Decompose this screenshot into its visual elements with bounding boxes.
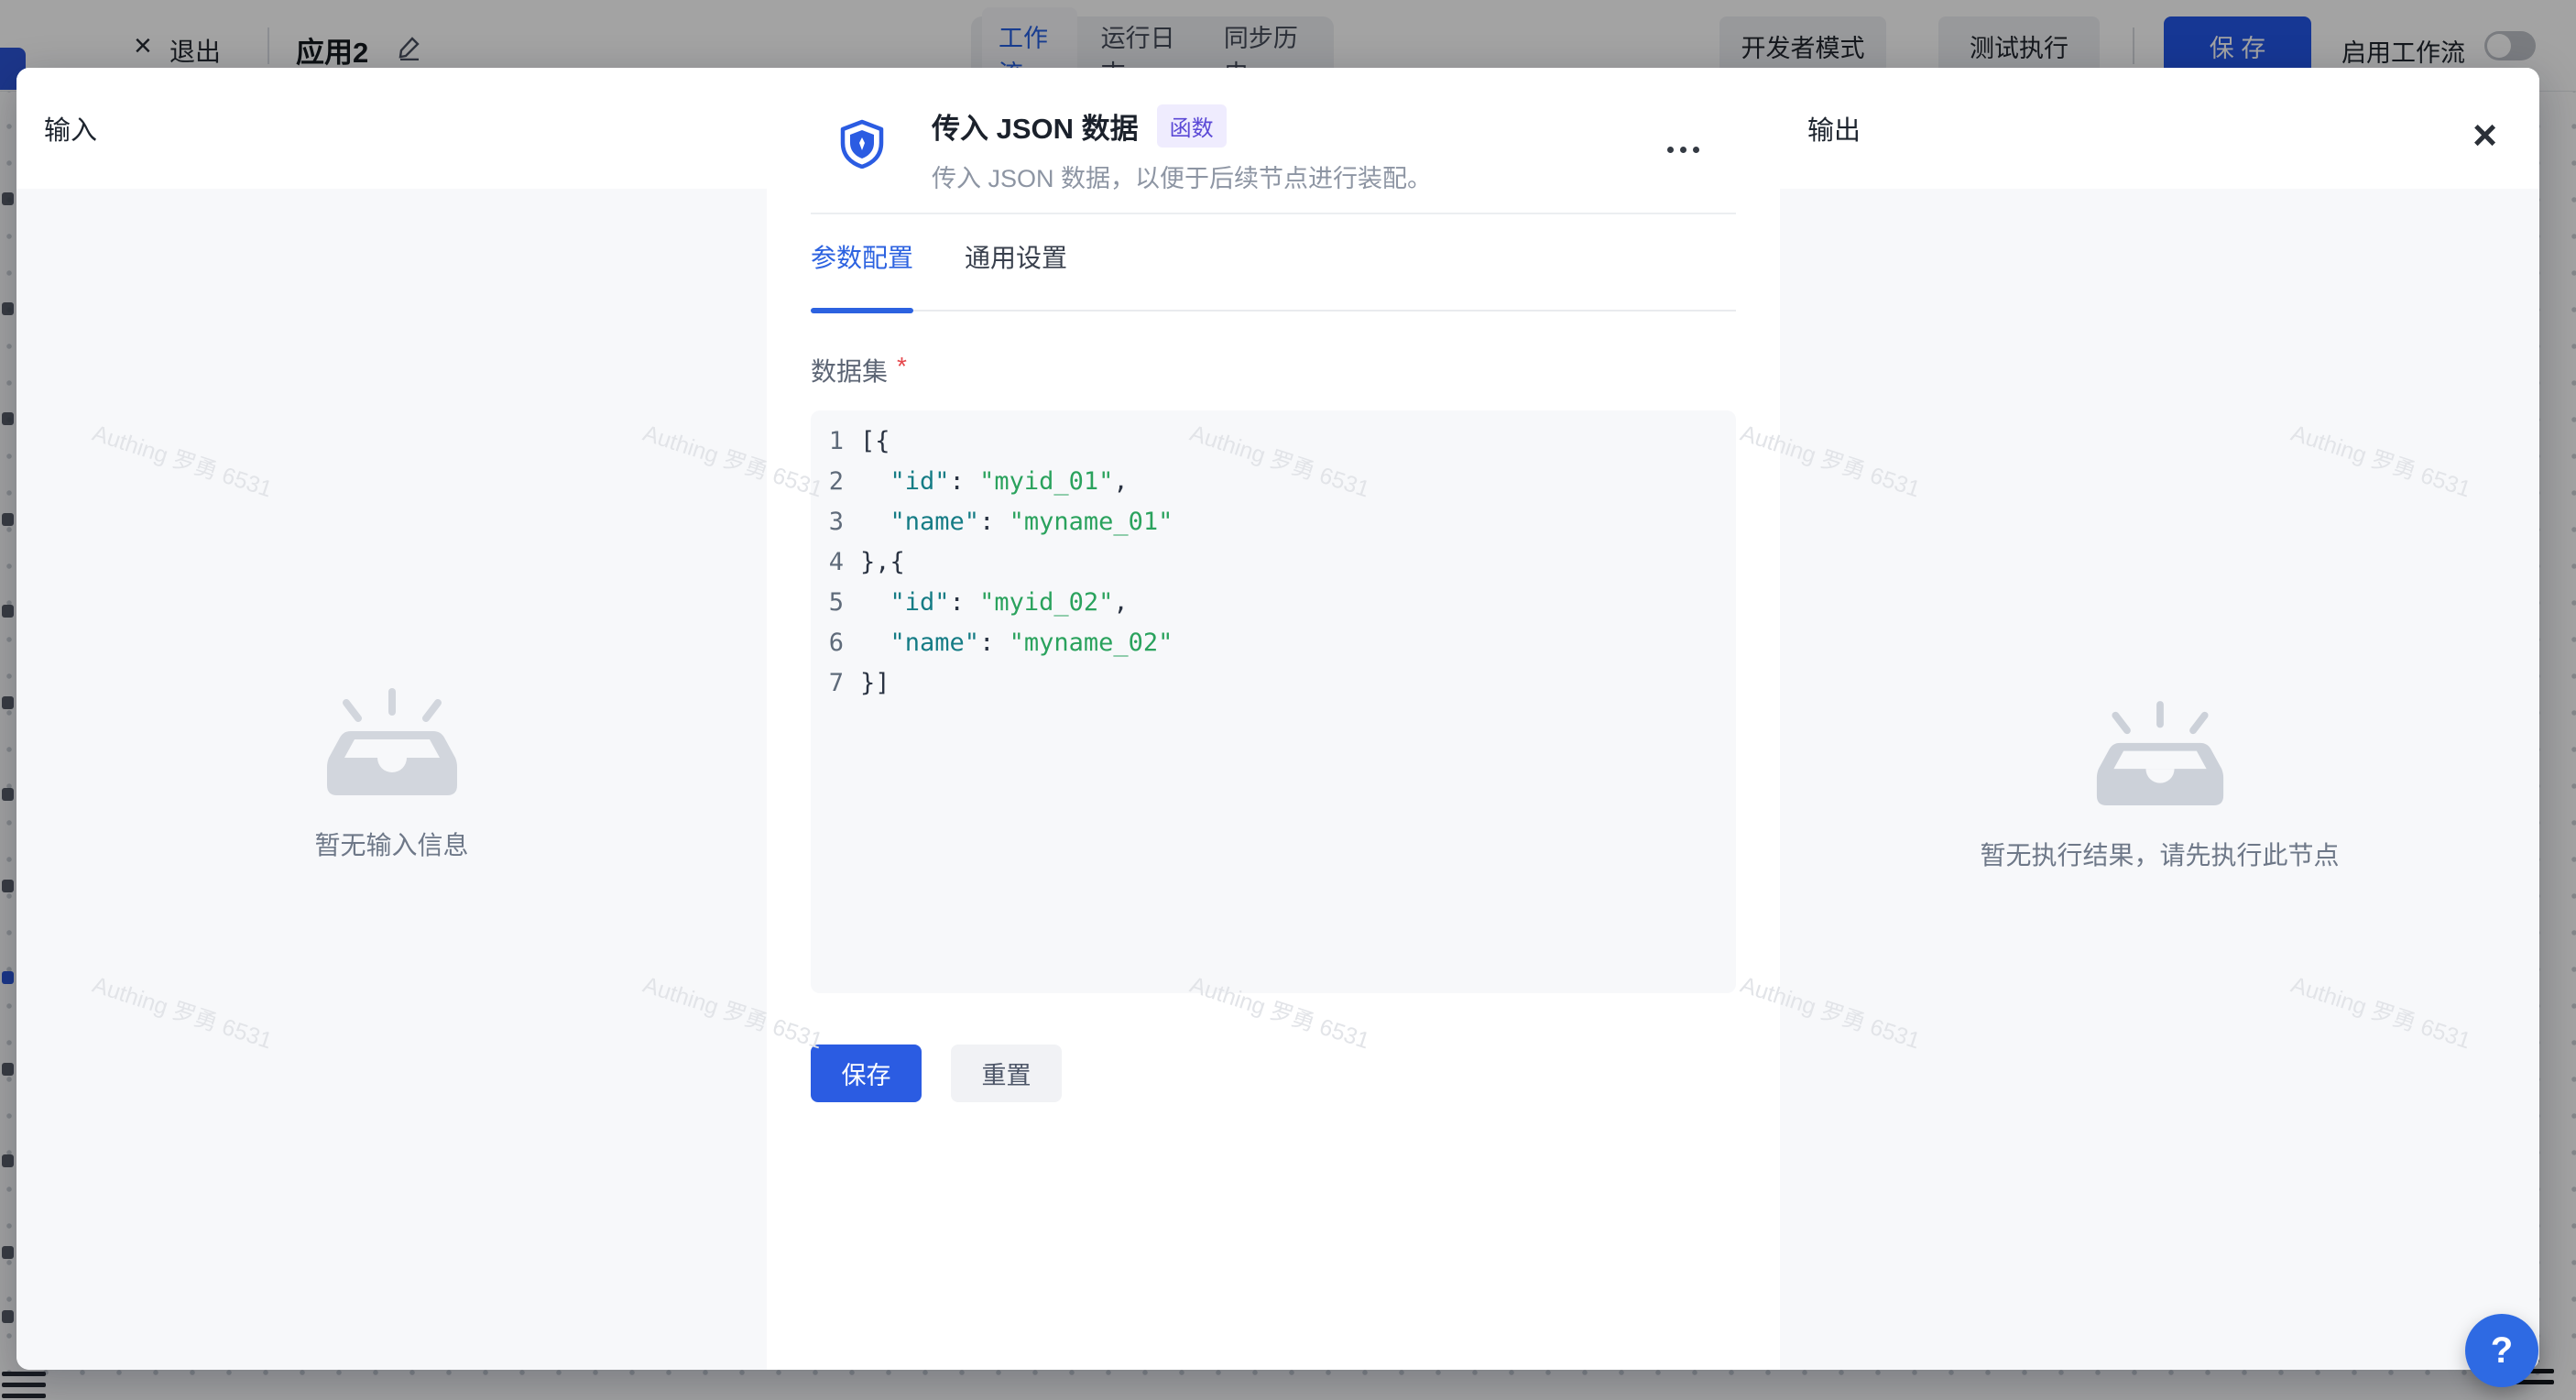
line-number: 6 xyxy=(811,623,844,663)
save-button[interactable]: 保存 xyxy=(811,1045,922,1102)
action-buttons: 保存 重置 xyxy=(811,1045,1736,1102)
output-panel-body: 暂无执行结果，请先执行此节点 xyxy=(1780,189,2539,1370)
node-description: 传入 JSON 数据，以便于后续节点进行装配。 xyxy=(932,159,1736,194)
line-number: 3 xyxy=(811,502,844,542)
output-panel: 输出 暂无执行结果，请先执行此节点 xyxy=(1780,68,2539,1370)
input-panel-header: 输入 xyxy=(16,68,767,189)
screen: × 退出 应用2 工作流 运行日志 同步历史 开发者模式 测试执行 保 存 启用… xyxy=(0,0,2576,1400)
input-panel-body: 暂无输入信息 xyxy=(16,189,767,1370)
close-icon[interactable]: × xyxy=(2472,114,2497,156)
required-asterisk: * xyxy=(897,352,907,381)
json-code-editor[interactable]: 1[{2 "id": "myid_01",3 "name": "myname_0… xyxy=(811,410,1736,993)
code-line: 1[{ xyxy=(811,421,1736,462)
config-tabs: 参数配置 通用设置 xyxy=(811,214,1736,312)
input-empty-text: 暂无输入信息 xyxy=(314,826,468,862)
node-type-badge: 函数 xyxy=(1157,104,1227,148)
line-number: 1 xyxy=(811,421,844,462)
empty-inbox-icon xyxy=(323,687,461,802)
line-number: 4 xyxy=(811,542,844,583)
input-empty-state: 暂无输入信息 xyxy=(16,687,767,862)
input-panel-title: 输入 xyxy=(44,109,97,148)
help-button[interactable]: ? xyxy=(2465,1314,2538,1387)
output-empty-state: 暂无执行结果，请先执行此节点 xyxy=(1780,700,2539,872)
dataset-label: 数据集 xyxy=(811,352,888,388)
node-header: 传入 JSON 数据 函数 传入 JSON 数据，以便于后续节点进行装配。 xyxy=(811,68,1736,214)
reset-button[interactable]: 重置 xyxy=(951,1045,1062,1102)
tab-general-settings[interactable]: 通用设置 xyxy=(965,238,1067,310)
dataset-field-label-row: 数据集 * xyxy=(811,352,1736,388)
empty-inbox-icon xyxy=(2093,700,2227,812)
node-config-modal: 输入 暂无输入信息 xyxy=(16,68,2539,1370)
code-line: 4},{ xyxy=(811,542,1736,583)
line-number: 2 xyxy=(811,462,844,502)
shield-node-icon xyxy=(838,119,886,173)
more-options-icon[interactable] xyxy=(1667,147,1699,153)
config-panel: 传入 JSON 数据 函数 传入 JSON 数据，以便于后续节点进行装配。 参数… xyxy=(767,68,1780,1370)
line-number: 7 xyxy=(811,663,844,704)
tab-parameter-config[interactable]: 参数配置 xyxy=(811,238,913,310)
code-line: 7}] xyxy=(811,663,1736,704)
output-panel-title: 输出 xyxy=(1807,109,1861,148)
code-line: 3 "name": "myname_01" xyxy=(811,502,1736,542)
code-line: 2 "id": "myid_01", xyxy=(811,462,1736,502)
code-line: 6 "name": "myname_02" xyxy=(811,623,1736,663)
code-line: 5 "id": "myid_02", xyxy=(811,583,1736,623)
output-empty-text: 暂无执行结果，请先执行此节点 xyxy=(1980,836,2339,872)
node-title: 传入 JSON 数据 xyxy=(932,105,1139,147)
line-number: 5 xyxy=(811,583,844,623)
input-panel: 输入 暂无输入信息 xyxy=(16,68,767,1370)
output-panel-header: 输出 xyxy=(1780,68,2539,189)
